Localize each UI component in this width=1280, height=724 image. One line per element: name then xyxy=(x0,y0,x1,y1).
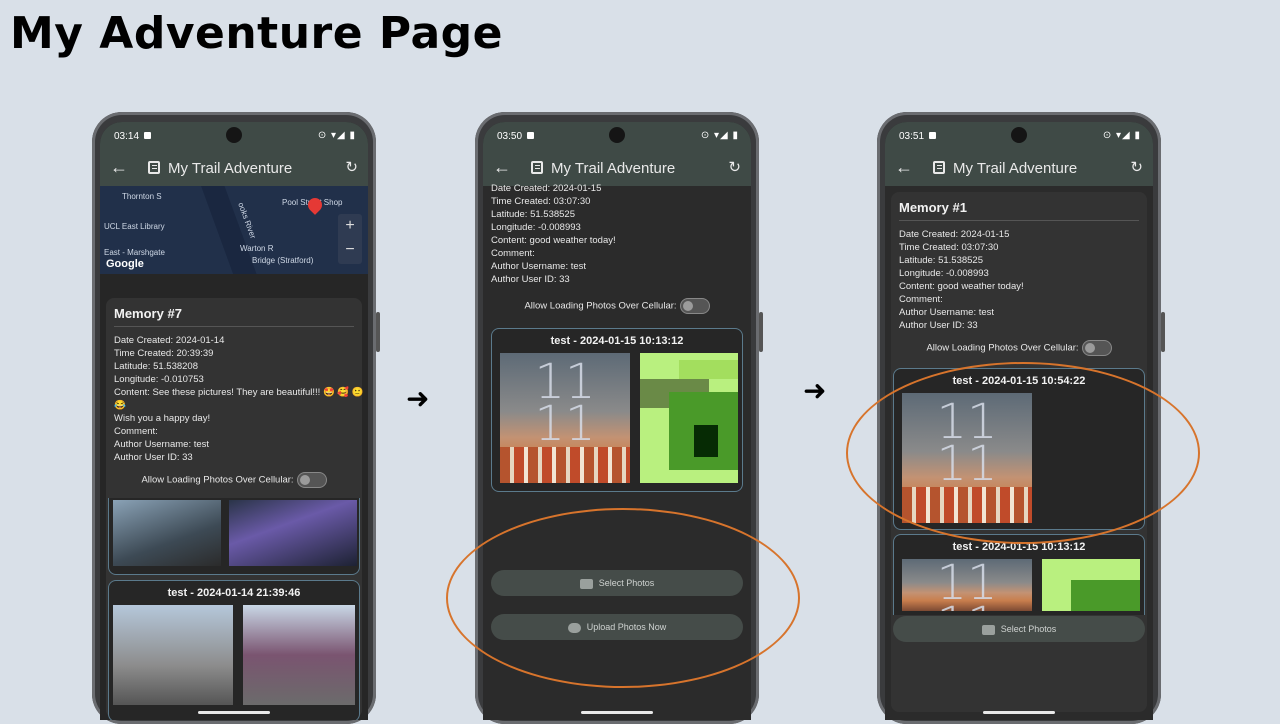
home-indicator xyxy=(198,711,270,714)
status-time: 03:50 xyxy=(497,131,523,142)
book-icon xyxy=(148,161,160,174)
memory-details: Date Created: 2024-01-15 Time Created: 0… xyxy=(491,183,616,285)
flow-arrow-icon: ➜ xyxy=(803,374,827,407)
map-label: Bridge (Stratford) xyxy=(252,256,314,265)
back-arrow-icon[interactable]: ← xyxy=(493,157,511,178)
book-icon xyxy=(933,161,945,174)
status-icons: ⊙ ▾◢ ▮ xyxy=(700,130,739,141)
app-bar: ← My Trail Adventure ↻ xyxy=(483,150,751,186)
back-arrow-icon[interactable]: ← xyxy=(110,157,128,178)
status-bar: 03:14 ⊙ ▾◢ ▮ xyxy=(100,122,368,150)
flow-arrow-icon: ➜ xyxy=(406,382,430,415)
map-label: East - Marshgate xyxy=(104,248,165,257)
album-photo[interactable] xyxy=(1042,559,1140,611)
album-photo[interactable] xyxy=(113,500,221,566)
add-photo-icon xyxy=(981,624,995,635)
cellular-toggle-label: Allow Loading Photos Over Cellular: xyxy=(524,300,677,312)
album-card: test - 2024-01-14 21:39:46 xyxy=(108,580,360,720)
album-card xyxy=(108,498,360,575)
album-photo[interactable] xyxy=(243,605,355,705)
album-photo[interactable] xyxy=(640,353,738,483)
book-icon xyxy=(531,161,543,174)
cellular-toggle-row: Allow Loading Photos Over Cellular: xyxy=(483,298,751,314)
cellular-toggle-row: Allow Loading Photos Over Cellular: xyxy=(891,340,1147,356)
app-title: My Trail Adventure xyxy=(168,160,293,177)
status-icons: ⊙ ▾◢ ▮ xyxy=(1102,130,1141,141)
refresh-icon[interactable]: ↻ xyxy=(1130,158,1143,176)
app-title: My Trail Adventure xyxy=(953,160,1078,177)
camera-cutout xyxy=(226,127,242,143)
camera-cutout xyxy=(609,127,625,143)
album-photo[interactable]: 11 11 xyxy=(902,559,1032,611)
cellular-toggle[interactable] xyxy=(1081,340,1112,356)
album-photo[interactable] xyxy=(113,605,233,705)
app-bar: ← My Trail Adventure ↻ xyxy=(885,150,1153,186)
page-title: My Adventure Page xyxy=(10,8,503,59)
app-title: My Trail Adventure xyxy=(551,160,676,177)
map-zoom-controls[interactable]: + − xyxy=(338,214,362,264)
back-arrow-icon[interactable]: ← xyxy=(895,157,913,178)
status-bar: 03:51 ⊙ ▾◢ ▮ xyxy=(885,122,1153,150)
memory-title: Memory #1 xyxy=(899,200,967,215)
cellular-toggle[interactable] xyxy=(296,472,327,488)
album-photo[interactable] xyxy=(229,500,357,566)
highlight-ellipse xyxy=(446,508,800,688)
album-card: test - 2024-01-15 10:13:12 11 11 xyxy=(893,534,1145,615)
status-time: 03:14 xyxy=(114,131,140,142)
memory-details: Date Created: 2024-01-14 Time Created: 2… xyxy=(114,335,364,463)
memory-title: Memory #7 xyxy=(114,306,182,321)
phone-1: 03:14 ⊙ ▾◢ ▮ ← My Trail Adventure ↻ Thor… xyxy=(92,112,380,724)
status-bar: 03:50 ⊙ ▾◢ ▮ xyxy=(483,122,751,150)
map-view[interactable]: Thornton S UCL East Library East - Marsh… xyxy=(100,186,368,274)
status-icons: ⊙ ▾◢ ▮ xyxy=(317,130,356,141)
select-photos-button[interactable]: Select Photos xyxy=(893,616,1145,642)
app-bar: ← My Trail Adventure ↻ xyxy=(100,150,368,186)
cellular-toggle-label: Allow Loading Photos Over Cellular: xyxy=(141,474,294,486)
map-label: Warton R xyxy=(240,244,274,253)
highlight-ellipse xyxy=(846,362,1200,544)
camera-cutout xyxy=(1011,127,1027,143)
album-title: test - 2024-01-15 10:13:12 xyxy=(550,335,684,347)
album-card: test - 2024-01-15 10:13:12 11 11 xyxy=(491,328,743,492)
map-label: Thornton S xyxy=(122,192,162,201)
memory-card: Memory #7 Date Created: 2024-01-14 Time … xyxy=(106,298,364,720)
map-label: UCL East Library xyxy=(104,222,165,231)
refresh-icon[interactable]: ↻ xyxy=(345,158,358,176)
album-photo[interactable]: 11 11 xyxy=(500,353,630,483)
cellular-toggle-row: Allow Loading Photos Over Cellular: xyxy=(106,472,362,488)
album-title: test - 2024-01-14 21:39:46 xyxy=(167,587,301,599)
status-time: 03:51 xyxy=(899,131,925,142)
memory-details: Date Created: 2024-01-15 Time Created: 0… xyxy=(899,229,1024,331)
cellular-toggle[interactable] xyxy=(679,298,710,314)
home-indicator xyxy=(581,711,653,714)
cellular-toggle-label: Allow Loading Photos Over Cellular: xyxy=(926,342,1079,354)
refresh-icon[interactable]: ↻ xyxy=(728,158,741,176)
home-indicator xyxy=(983,711,1055,714)
google-logo: Google xyxy=(106,258,144,270)
phone-1-screen: 03:14 ⊙ ▾◢ ▮ ← My Trail Adventure ↻ Thor… xyxy=(100,122,368,720)
